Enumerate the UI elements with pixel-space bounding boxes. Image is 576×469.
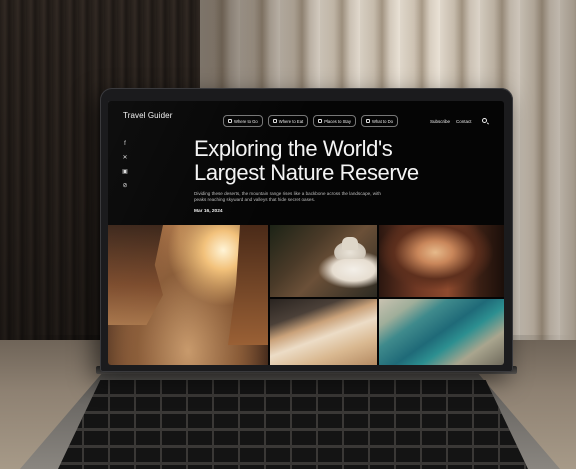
article-title-line-2: Largest Nature Reserve bbox=[194, 160, 419, 185]
photo-gallery bbox=[108, 225, 504, 365]
nav-pill-label: Where to Eat bbox=[278, 118, 304, 124]
rock-arch-photo[interactable] bbox=[379, 225, 504, 297]
nav-pills: Where to Go Where to Eat Places to Stay … bbox=[223, 115, 398, 127]
laptop-keyboard bbox=[58, 380, 528, 469]
canyon-photo[interactable] bbox=[108, 225, 268, 365]
article-title: Exploring the World's Largest Nature Res… bbox=[194, 137, 454, 185]
traveler-hat-photo[interactable] bbox=[270, 225, 377, 297]
facebook-icon[interactable]: f bbox=[122, 141, 128, 147]
nav-pill-label: What to Do bbox=[371, 118, 393, 124]
article-date: Mar 16, 2024 bbox=[194, 209, 223, 214]
x-icon[interactable]: ✕ bbox=[122, 155, 128, 161]
hat-shape bbox=[328, 237, 372, 259]
link-icon[interactable]: ⊘ bbox=[122, 183, 128, 189]
social-share-bar: f ✕ ▣ ⊘ bbox=[122, 141, 130, 197]
sand-dune-photo[interactable] bbox=[270, 299, 377, 365]
nav-pill-places-to-stay[interactable]: Places to Stay bbox=[313, 115, 356, 127]
article-title-line-1: Exploring the World's bbox=[194, 136, 393, 161]
laptop-screen: Travel Guider Where to Go Where to Eat P… bbox=[108, 101, 504, 365]
linkedin-icon[interactable]: ▣ bbox=[122, 169, 128, 175]
nav-pill-label: Places to Stay bbox=[324, 118, 351, 124]
site-navbar: Travel Guider Where to Go Where to Eat P… bbox=[108, 101, 504, 137]
activity-icon bbox=[365, 119, 370, 123]
site-brand[interactable]: Travel Guider bbox=[123, 111, 172, 120]
contact-link[interactable]: Contact bbox=[456, 119, 472, 124]
nav-pill-label: Where to Go bbox=[234, 118, 258, 124]
fork-icon bbox=[272, 119, 277, 123]
search-icon[interactable] bbox=[482, 118, 487, 123]
compass-icon bbox=[228, 119, 232, 123]
nav-pill-where-to-eat[interactable]: Where to Eat bbox=[267, 115, 309, 127]
coastline-aerial-photo[interactable] bbox=[379, 299, 504, 365]
article-description: Dividing these deserts, the mountain ran… bbox=[194, 191, 381, 203]
subscribe-link[interactable]: Subscribe bbox=[430, 119, 450, 124]
nav-right-links: Subscribe Contact bbox=[430, 119, 472, 124]
nav-pill-where-to-go[interactable]: Where to Go bbox=[223, 115, 263, 127]
bed-icon bbox=[318, 119, 323, 123]
nav-pill-what-to-do[interactable]: What to Do bbox=[360, 115, 398, 127]
